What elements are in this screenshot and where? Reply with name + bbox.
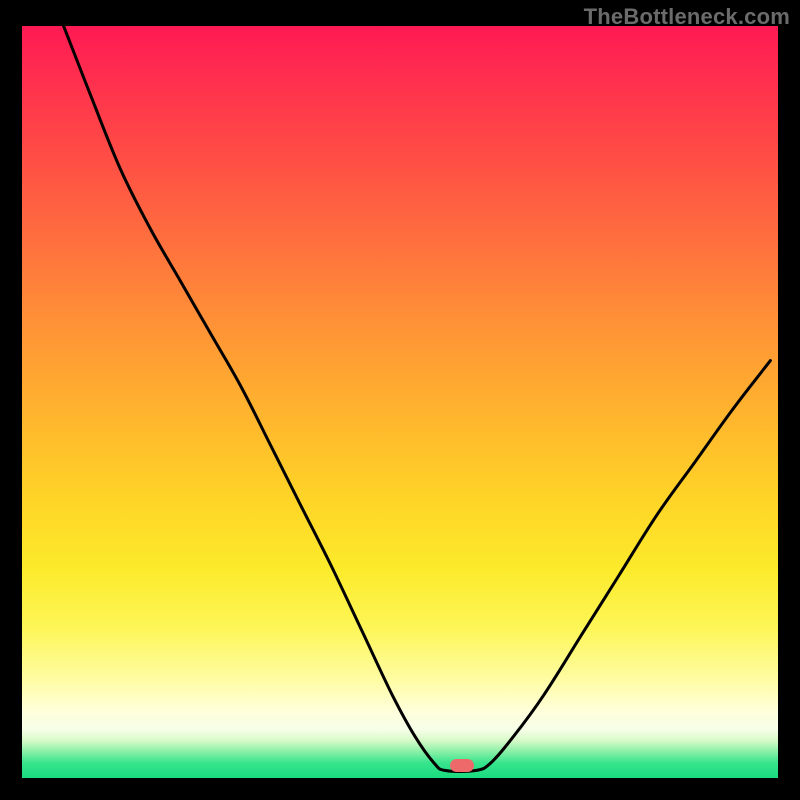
- watermark-text: TheBottleneck.com: [584, 4, 790, 30]
- chart-frame: TheBottleneck.com: [0, 0, 800, 800]
- plot-area: [22, 26, 778, 778]
- curve-svg: [22, 26, 778, 778]
- curve-path: [64, 26, 771, 771]
- minimum-marker: [450, 759, 474, 772]
